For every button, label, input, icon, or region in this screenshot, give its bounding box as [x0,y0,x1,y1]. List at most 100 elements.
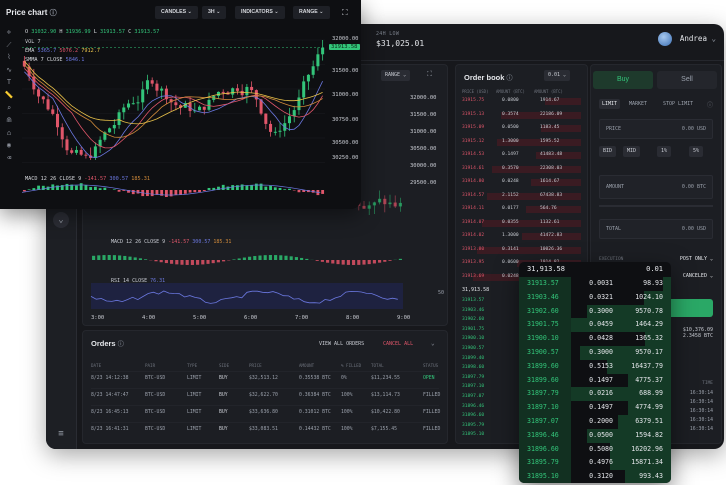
ask-cell: 31913.95 [462,260,485,265]
price-axis-label: 30500.00 [332,140,359,146]
ask-row[interactable]: 31914.61 0.3570 22308.03 [462,165,581,174]
back-macd-bar [185,260,189,265]
candle-body [70,150,74,153]
ask-row[interactable]: 31913.80 0.3141 10026.36 [462,246,581,255]
time-axis-label: 8:00 [346,315,360,321]
candle-body [112,124,116,129]
price-input[interactable]: PRICE 0.00 USD [599,119,713,139]
collapse-icon[interactable]: ⌄ [431,340,435,347]
back-macd-bar [305,258,309,260]
back-macd-bar [258,255,262,260]
ask-row[interactable]: 31915.75 0.0800 1914.67 [462,97,581,106]
macd-bar [254,183,258,190]
macd-bar [93,186,97,190]
chevron-down-icon[interactable]: ⌄ [53,212,69,228]
fob-mid-price: 31,913.58 [527,265,565,273]
ask-row[interactable]: 31914.02 1.3000 41472.83 [462,232,581,241]
order-type-stop-limit[interactable]: STOP LIMIT [663,101,693,107]
total-input[interactable]: TOTAL 0.00 USD [599,219,713,239]
time-axis-label: 7:00 [295,315,309,321]
table-row[interactable]: 8/23 16:41:31 BTC-USD LIMIT BUY $33,083.51 0.… [91,422,440,438]
candle-body [240,90,244,96]
ask-cell: 2.1152 [502,192,519,198]
ask-row[interactable]: 31915.12 1.3000 1595.52 [462,138,581,147]
back-price-label: 31500.00 [410,112,437,118]
ask-row[interactable]: 31914.53 0.1497 41483.48 [462,151,581,160]
user-menu[interactable]: Andrea ⌄ [658,32,716,46]
view-all-orders-button[interactable]: VIEW ALL ORDERS [319,341,364,347]
table-row[interactable]: 8/23 14:47:47 BTC-USD LIMIT BUY $32,622.70 0.… [91,388,440,404]
ask-row[interactable]: 31914.80 0.0248 1614.67 [462,178,581,187]
tab-sell[interactable]: Sell [657,71,717,89]
back-macd-bar [154,260,158,262]
macd-bar [188,190,192,193]
ask-cell: 31915.12 [462,138,485,144]
orders-cell-pair: BTC-USD [145,410,166,415]
orders-cell-total: $11,234.55 [371,376,400,381]
macd-bar [273,187,277,190]
amount-input[interactable]: AMOUNT 0.00 BTC [599,175,713,199]
back-macd-bar [331,260,335,264]
menu-icon[interactable]: ≡ [53,426,69,442]
candle-body [46,99,50,110]
ask-cell: 0.0177 [502,206,519,211]
precision-dropdown[interactable]: 0.01 ⌄ [544,70,571,81]
ask-row[interactable]: 31914.57 2.1152 67438.83 [462,192,581,201]
macd-bar [27,189,31,190]
table-row[interactable]: 8/23 14:12:38 BTC-USD LIMIT BUY $32,513.12 0.… [91,371,439,387]
price-axis-label: 31000.00 [332,92,359,98]
time-axis-label: 9:00 [397,315,411,321]
back-price-label: 30000.00 [410,163,437,169]
orders-col-header: DATE [91,363,102,368]
amount-slider[interactable] [599,205,713,207]
orders-col-header: STATUS [423,363,439,368]
ask-row[interactable]: 31915.09 0.0500 1183.45 [462,124,581,133]
macd-bar [288,188,291,190]
trade-time: 16:30:14 [689,427,713,432]
candle-body [221,91,225,93]
bid-button[interactable]: BID [599,146,617,157]
table-row[interactable]: 8/23 16:45:13 BTC-USD LIMIT BUY $33,636.80 0.… [91,405,441,421]
execution-dropdown[interactable]: POST ONLY ⌄ [680,256,713,262]
candle-body [145,80,149,90]
macd-bar [240,184,244,190]
order-type-market[interactable]: MARKET [629,101,647,107]
ask-row[interactable]: 31915.13 0.3574 22186.09 [462,111,581,120]
ask-cell: 31914.07 [462,219,485,225]
candle-body [174,102,178,106]
cancel-all-button[interactable]: CANCEL ALL [383,341,413,347]
ask-row[interactable]: 31914.07 0.0355 1132.61 [462,219,581,228]
order-type-limit[interactable]: LIMIT [599,99,621,109]
low-label: 24H LOW [376,31,400,37]
orders-title: Orders ⓘ [91,339,124,348]
candle-body [231,88,235,95]
ask-cell: 31914.57 [462,192,485,198]
orders-cell-status: FILLED [423,410,441,415]
orders-cell-type: LIMIT [187,376,202,381]
one-percent-button[interactable]: 1% [657,146,672,157]
mid-button[interactable]: MID [623,146,641,157]
macd-bar [283,189,287,190]
orders-col-header: TYPE [187,363,198,368]
time-in-force-dropdown[interactable]: CANCELED ⌄ [683,273,713,279]
candle-body [316,54,320,67]
ask-cell: 31913.80 [462,246,485,252]
fob-total: 993.43 [639,472,663,481]
back-macd-bar [123,255,127,260]
ask-cell: 31914.80 [462,179,485,184]
candle-body [37,89,41,97]
orders-cell-pair: BTC-USD [145,393,166,398]
tab-buy[interactable]: Buy [593,71,653,89]
candle-body [207,99,211,110]
macd-bar [117,190,121,192]
macd-bar [79,183,83,190]
ask-cell: 0.0355 [502,219,519,225]
ask-row[interactable]: 31914.11 0.0177 564.76 [462,205,581,214]
five-percent-button[interactable]: 5% [689,146,704,157]
ask-cell: 0.0800 [502,98,519,103]
orders-cell-side: BUY [219,376,228,381]
fob-row[interactable]: 31895.10 0.3120 993.43 [519,469,671,483]
orders-cell-date: 8/23 14:47:47 [91,393,129,398]
back-macd-bar [388,260,392,261]
orders-cell-side: BUY [219,393,228,398]
